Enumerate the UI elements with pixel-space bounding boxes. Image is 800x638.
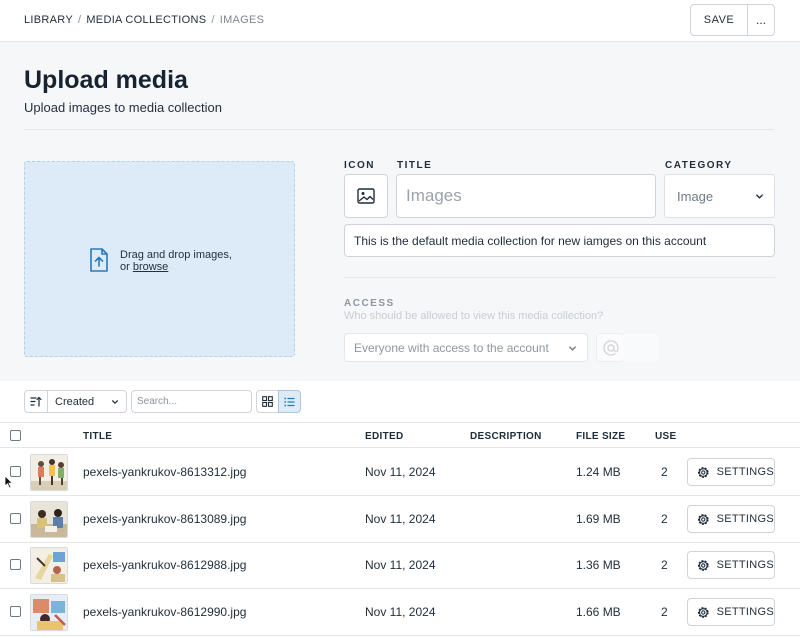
grid-view-button[interactable] [256, 390, 279, 413]
row-file-size: 1.36 MB [576, 558, 621, 572]
mention-button[interactable] [596, 333, 625, 362]
settings-label: SETTINGS [716, 606, 774, 618]
browse-link[interactable]: browse [133, 261, 168, 273]
row-use: 2 [661, 605, 668, 619]
breadcrumb-library[interactable]: LIBRARY [24, 14, 73, 26]
column-header-description[interactable]: DESCRIPTION [470, 431, 542, 442]
column-header-use[interactable]: USE [655, 431, 676, 442]
sort-direction-button[interactable] [24, 390, 48, 413]
chevron-down-icon [112, 400, 118, 404]
page-title: Upload media [24, 66, 188, 94]
row-use: 2 [661, 558, 668, 572]
category-value: Image [677, 188, 714, 204]
mention-extension [624, 333, 658, 362]
breadcrumb: LIBRARY / MEDIA COLLECTIONS / IMAGES [24, 14, 264, 26]
row-edited: Nov 11, 2024 [365, 558, 436, 572]
sort-value: Created [55, 395, 95, 408]
divider [24, 129, 774, 130]
settings-label: SETTINGS [716, 466, 774, 478]
breadcrumb-media-collections[interactable]: MEDIA COLLECTIONS [86, 14, 206, 26]
list-icon [284, 397, 295, 406]
gear-icon [697, 559, 709, 571]
dropzone-or: or [120, 261, 130, 273]
at-sign-icon [602, 339, 619, 356]
table-row[interactable]: pexels-yankrukov-8613312.jpg Nov 11, 202… [0, 449, 800, 496]
category-select[interactable]: Image [664, 174, 775, 218]
access-value: Everyone with access to the account [354, 340, 549, 355]
row-file-size: 1.24 MB [576, 465, 621, 479]
table-row[interactable]: pexels-yankrukov-8612990.jpg Nov 11, 202… [0, 589, 800, 636]
dropzone[interactable]: Drag and drop images, or browse [24, 161, 295, 357]
dropzone-text: Drag and drop images, or browse [120, 249, 232, 273]
gear-icon [697, 606, 709, 618]
settings-button[interactable]: SETTINGS [687, 458, 775, 486]
row-title: pexels-yankrukov-8613312.jpg [83, 465, 247, 479]
sort-icon [30, 396, 42, 407]
icon-picker-button[interactable] [344, 174, 388, 218]
title-label: TITLE [397, 160, 433, 171]
sort-select[interactable]: Created [47, 390, 127, 413]
gear-icon [697, 466, 709, 478]
row-title: pexels-yankrukov-8613089.jpg [83, 512, 247, 526]
row-title: pexels-yankrukov-8612988.jpg [83, 558, 247, 572]
grid-icon [262, 396, 273, 407]
chevron-down-icon [569, 346, 576, 351]
icon-label: ICON [344, 160, 375, 171]
breadcrumb-current: IMAGES [219, 14, 265, 26]
row-file-size: 1.69 MB [576, 512, 621, 526]
image-icon [357, 188, 375, 204]
settings-button[interactable]: SETTINGS [687, 505, 775, 533]
chevron-down-icon [756, 194, 763, 199]
row-checkbox[interactable] [10, 559, 21, 570]
list-view-button[interactable] [278, 390, 301, 413]
image-thumbnail [30, 501, 68, 538]
mouse-cursor-icon [4, 475, 14, 489]
row-edited: Nov 11, 2024 [365, 605, 436, 619]
row-checkbox[interactable] [10, 606, 21, 617]
access-select[interactable]: Everyone with access to the account [344, 333, 588, 362]
row-file-size: 1.66 MB [576, 605, 621, 619]
select-all-checkbox[interactable] [10, 430, 21, 441]
breadcrumb-separator: / [211, 14, 215, 26]
access-help-text: Who should be allowed to view this media… [344, 310, 604, 322]
breadcrumb-separator: / [77, 14, 82, 26]
description-input[interactable]: This is the default media collection for… [344, 224, 775, 257]
title-input[interactable] [396, 174, 656, 218]
search-input[interactable] [131, 390, 252, 413]
column-header-edited[interactable]: EDITED [365, 431, 403, 442]
settings-button[interactable]: SETTINGS [687, 598, 775, 626]
row-edited: Nov 11, 2024 [365, 465, 436, 479]
table-row[interactable]: pexels-yankrukov-8612988.jpg Nov 11, 202… [0, 542, 800, 589]
page-subtitle: Upload images to media collection [24, 100, 222, 115]
row-edited: Nov 11, 2024 [365, 512, 436, 526]
image-thumbnail [30, 594, 68, 631]
row-use: 2 [661, 465, 668, 479]
settings-label: SETTINGS [716, 559, 774, 571]
gear-icon [697, 513, 709, 525]
save-button[interactable]: SAVE [690, 4, 748, 36]
top-bar: LIBRARY / MEDIA COLLECTIONS / IMAGES SAVE ..… [0, 0, 800, 42]
column-header-title[interactable]: TITLE [83, 431, 112, 442]
divider [344, 277, 775, 278]
row-checkbox[interactable] [10, 513, 21, 524]
row-title: pexels-yankrukov-8612990.jpg [83, 605, 247, 619]
dropzone-instruction: Drag and drop images, [120, 249, 232, 261]
table-row[interactable]: pexels-yankrukov-8613089.jpg Nov 11, 202… [0, 496, 800, 543]
settings-label: SETTINGS [716, 513, 774, 525]
category-label: CATEGORY [665, 160, 733, 171]
row-use: 2 [661, 512, 668, 526]
file-upload-icon [90, 248, 108, 272]
more-options-button[interactable]: ... [747, 4, 775, 36]
access-label: ACCESS [344, 298, 395, 309]
settings-button[interactable]: SETTINGS [687, 551, 775, 579]
image-thumbnail [30, 454, 68, 491]
column-header-file-size[interactable]: FILE SIZE [576, 431, 625, 442]
image-thumbnail [30, 547, 68, 584]
table-header: TITLE EDITED DESCRIPTION FILE SIZE USE [0, 422, 800, 448]
